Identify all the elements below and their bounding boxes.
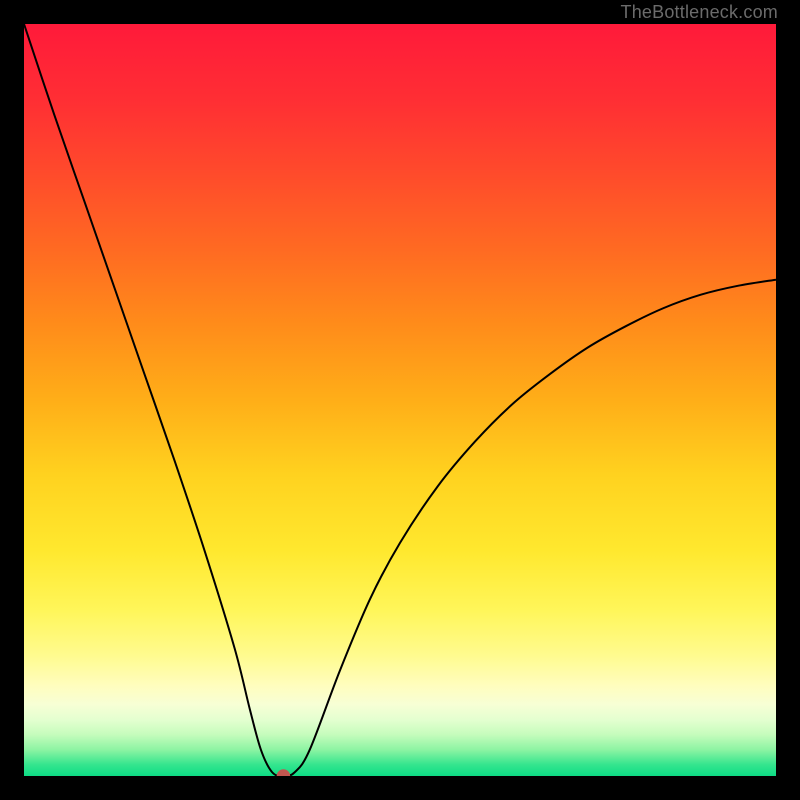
curve-layer [24, 24, 776, 776]
minimum-marker-icon [277, 769, 291, 776]
outer-frame: TheBottleneck.com [0, 0, 800, 800]
plot-area [24, 24, 776, 776]
watermark-text: TheBottleneck.com [621, 2, 778, 23]
bottleneck-curve [24, 24, 776, 776]
